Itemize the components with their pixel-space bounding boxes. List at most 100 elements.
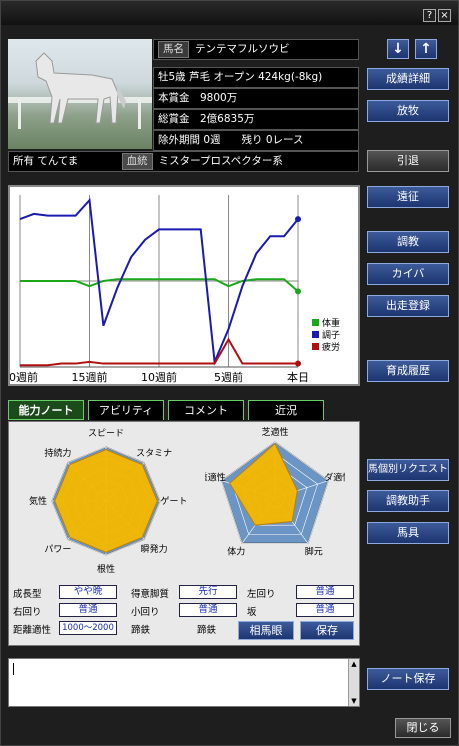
- horse-request-button[interactable]: 馬個別リクエスト: [367, 459, 449, 481]
- prize-row: 本賞金 9800万: [153, 88, 359, 109]
- ability-radar-chart: スピードスタミナゲート瞬発力根性 パワー 気性 持続力: [29, 428, 188, 575]
- exclusion-row: 除外期間 0週 残り 0レース: [153, 130, 359, 151]
- x-tick-label: 20週前: [10, 370, 38, 384]
- legend-label: 疲労: [322, 341, 340, 353]
- bloodline-button[interactable]: 血統: [121, 153, 153, 170]
- feed-button[interactable]: カイバ: [367, 263, 449, 285]
- x-tick-label: 10週前: [141, 370, 177, 384]
- radar-label: スタミナ: [136, 448, 172, 459]
- right-turn-label: 右回り: [13, 607, 42, 618]
- training-assistant-button[interactable]: 調教助手: [367, 490, 449, 512]
- series-end-point-1: [295, 216, 301, 223]
- scroll-down-icon[interactable]: ▼: [350, 697, 358, 705]
- radar-label: ダ適性: [324, 472, 345, 484]
- condition-chart: 体重調子疲労 20週前 15週前 10週前 5週前 本日: [2, 185, 360, 386]
- race-entry-button[interactable]: 出走登録: [367, 295, 449, 317]
- ability-note-panel: スピードスタミナゲート瞬発力根性 パワー 気性 持続力 芝適性ダ適性脚元 体力 重適性 成…: [8, 421, 360, 646]
- radar-label: 気性: [29, 495, 47, 507]
- horse-photo: [8, 39, 152, 149]
- training-button[interactable]: 調教: [367, 231, 449, 253]
- expedition-button[interactable]: 遠征: [367, 186, 449, 208]
- radar-label: 瞬発力: [141, 543, 168, 555]
- title-bar[interactable]: ? ×: [1, 1, 458, 25]
- distance-label: 距離適性: [13, 625, 52, 636]
- owner-row: 所有 てんてま 血統 ミスタープロスペクター系: [8, 151, 359, 172]
- horse-profile: 牡5歳 芦毛 オープン 424kg(-8kg): [153, 67, 359, 88]
- radar-label: 体力: [227, 545, 245, 557]
- legend-label: 調子: [322, 329, 340, 341]
- radar-label: 脚元: [305, 546, 323, 557]
- name-tag: 馬名: [158, 41, 189, 58]
- owner-name: てんてま: [37, 155, 79, 167]
- scroll-up-icon[interactable]: ▲: [350, 660, 358, 668]
- total-prize-row: 総賞金 2億6835万: [153, 109, 359, 130]
- results-detail-button[interactable]: 成績詳細: [367, 68, 449, 90]
- down-arrow-button[interactable]: ↓: [387, 39, 409, 59]
- tab-comment[interactable]: コメント: [168, 400, 244, 420]
- series-end-point-0: [295, 288, 301, 295]
- small-track-label: 小回り: [131, 607, 160, 618]
- horse-name: テンテマフルソウビ: [195, 43, 290, 55]
- save-note-button[interactable]: ノート保存: [367, 668, 449, 690]
- radar-value-area: [54, 449, 158, 553]
- tab-ability[interactable]: アビリティ: [88, 400, 164, 420]
- legend-swatch: [312, 343, 319, 350]
- training-history-button[interactable]: 育成履歴: [367, 360, 449, 382]
- close-button[interactable]: 閉じる: [395, 718, 451, 738]
- radar-label: 芝適性: [261, 426, 288, 438]
- tab-recent[interactable]: 近況: [248, 400, 324, 420]
- series-end-point-2: [295, 360, 301, 367]
- horse-detail-window: ? × 馬名 テンテマフルソウビ 牡5歳 芦毛 オープン 424kg(-8kg) …: [0, 0, 459, 746]
- remaining-label: 残り: [241, 134, 263, 146]
- note-scrollbar[interactable]: ▲ ▼: [348, 659, 359, 706]
- grazing-button[interactable]: 放牧: [367, 100, 449, 122]
- total-value: 2億6835万: [200, 113, 255, 125]
- legend-label: 体重: [322, 317, 340, 329]
- tab-ability-note[interactable]: 能力ノート: [8, 400, 84, 420]
- close-x-button[interactable]: ×: [438, 9, 451, 22]
- prize-label: 本賞金: [158, 92, 190, 104]
- growth-label: 成長型: [13, 589, 42, 600]
- tab-bar: 能力ノート アビリティ コメント 近況: [8, 400, 360, 420]
- x-tick-label: 5週前: [214, 370, 243, 384]
- slope-label: 坂: [247, 607, 257, 618]
- up-arrow-button[interactable]: ↑: [415, 39, 437, 59]
- total-label: 総賞金: [158, 113, 190, 125]
- legend-swatch: [312, 331, 319, 338]
- slope-value: 普通: [296, 603, 354, 617]
- exclusion-value: 0週: [203, 134, 221, 146]
- radar-label: ゲート: [160, 495, 187, 507]
- legend-swatch: [312, 319, 319, 326]
- style-value: 先行: [179, 585, 237, 599]
- left-turn-label: 左回り: [247, 589, 276, 600]
- horse-eye-button[interactable]: 相馬眼: [238, 621, 294, 640]
- style-label: 得意脚質: [131, 589, 170, 600]
- radar-label: 根性: [97, 563, 115, 575]
- horse-name-row: 馬名 テンテマフルソウビ: [153, 39, 359, 60]
- horseshoe-label-2: 蹄鉄: [197, 625, 217, 636]
- aptitude-radar-chart: 芝適性ダ適性脚元 体力 重適性: [205, 426, 345, 557]
- help-button[interactable]: ?: [423, 9, 436, 22]
- x-tick-label: 15週前: [72, 370, 108, 384]
- note-textarea[interactable]: ▲ ▼: [8, 658, 360, 707]
- owner-label: 所有: [13, 155, 34, 167]
- radar-label: スピード: [88, 428, 124, 439]
- right-turn-value: 普通: [59, 603, 117, 617]
- left-turn-value: 普通: [296, 585, 354, 599]
- x-tick-label: 本日: [287, 370, 309, 384]
- remaining-value: 0レース: [265, 134, 304, 146]
- note-save-button[interactable]: 保存: [300, 621, 354, 640]
- horseshoe-label-1: 蹄鉄: [131, 625, 151, 636]
- radar-label: パワー: [44, 544, 71, 555]
- prize-value: 9800万: [200, 92, 238, 104]
- radar-label: 持続力: [44, 447, 71, 459]
- text-cursor: [13, 663, 14, 675]
- radar-label: 重適性: [205, 472, 226, 484]
- retire-button[interactable]: 引退: [367, 150, 449, 172]
- distance-value: 1000～2000: [59, 621, 117, 635]
- horse-gear-button[interactable]: 馬具: [367, 522, 449, 544]
- bloodline-value: ミスタープロスペクター系: [158, 155, 283, 167]
- exclusion-label: 除外期間: [158, 134, 200, 146]
- small-track-value: 普通: [179, 603, 237, 617]
- growth-value: やや晩: [59, 585, 117, 599]
